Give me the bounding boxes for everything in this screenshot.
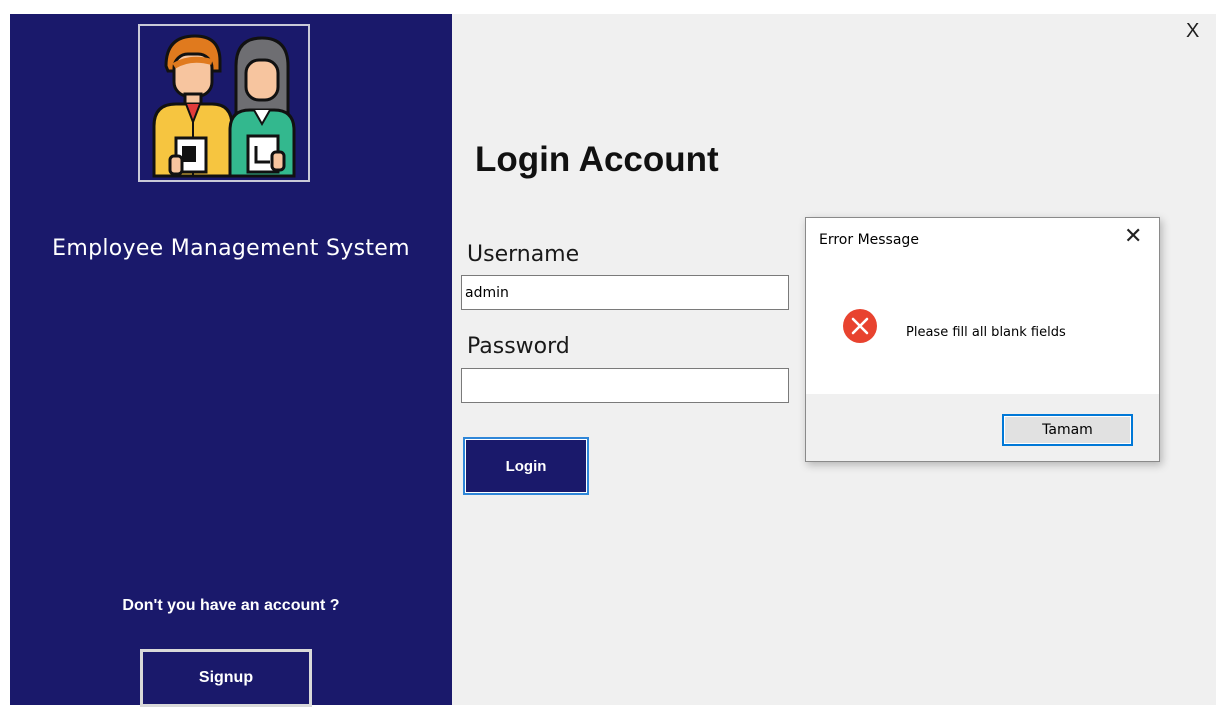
login-button[interactable]: Login [463, 437, 589, 495]
app-title: Employee Management System [52, 236, 410, 261]
dialog-close-icon[interactable]: ✕ [1124, 226, 1142, 248]
error-icon [843, 309, 877, 343]
username-field[interactable] [461, 275, 789, 310]
employees-logo [138, 24, 310, 182]
sidebar-panel: Employee Management System Don't you hav… [10, 14, 452, 707]
page-title: Login Account [475, 140, 719, 179]
employees-icon [152, 34, 296, 178]
dialog-title: Error Message [819, 232, 919, 248]
signup-button[interactable]: Signup [140, 649, 312, 707]
username-label: Username [467, 242, 580, 267]
dialog-message: Please fill all blank fields [906, 325, 1066, 340]
no-account-text: Don't you have an account ? [122, 597, 340, 614]
password-label: Password [467, 334, 570, 359]
dialog-footer: Tamam [806, 394, 1159, 461]
ok-button[interactable]: Tamam [1002, 414, 1133, 446]
error-dialog: Error Message ✕ Please fill all blank fi… [805, 217, 1160, 462]
window-close-button[interactable]: X [1186, 20, 1199, 43]
password-field[interactable] [461, 368, 789, 403]
